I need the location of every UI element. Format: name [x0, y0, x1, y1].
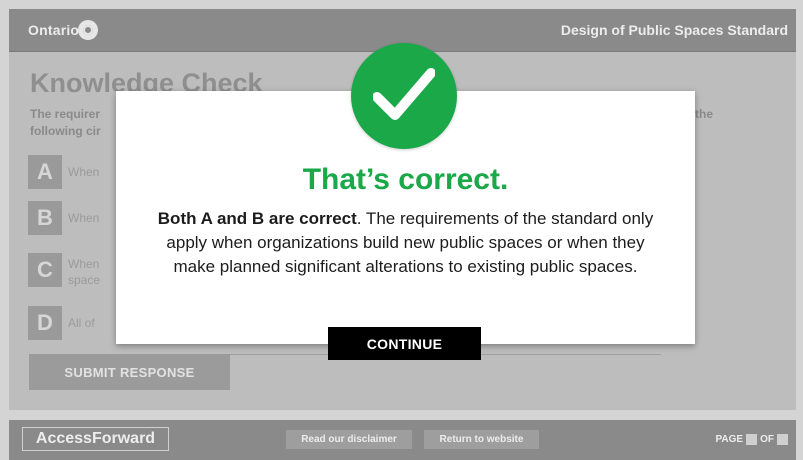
course-title: Design of Public Spaces Standard: [560, 22, 788, 38]
checkmark-icon: [351, 43, 457, 149]
option-text: All of: [68, 316, 95, 330]
option-text-line-1: When: [68, 257, 100, 271]
submit-response-button[interactable]: SUBMIT RESPONSE: [29, 354, 230, 390]
option-text: When: [68, 165, 100, 179]
feedback-explanation-bold: Both A and B are correct: [157, 209, 357, 228]
option-letter: B: [28, 201, 62, 235]
option-letter: C: [28, 253, 62, 287]
option-text: When space: [68, 256, 100, 288]
current-page-box: [746, 434, 758, 445]
question-line-1: The requirer: [30, 107, 101, 121]
footer-bar: AccessForward Read our disclaimer Return…: [9, 420, 796, 460]
feedback-title: That’s correct.: [302, 163, 509, 196]
return-to-website-link[interactable]: Return to website: [424, 430, 539, 449]
question-line-2: following cir: [30, 124, 101, 138]
option-text: When: [68, 211, 100, 225]
accessforward-logo: AccessForward: [22, 427, 169, 451]
continue-button[interactable]: CONTINUE: [328, 327, 481, 360]
page-indicator: PAGE OF: [715, 434, 788, 445]
question-line-1-end: the: [695, 107, 713, 121]
feedback-explanation: Both A and B are correct. The requiremen…: [146, 207, 665, 279]
disclaimer-link[interactable]: Read our disclaimer: [286, 430, 412, 449]
ontario-brand: Ontario: [28, 22, 80, 38]
page-label: PAGE: [715, 434, 744, 445]
total-pages-box: [777, 434, 788, 445]
option-letter: D: [28, 306, 62, 340]
of-label: OF: [760, 434, 774, 445]
trillium-logo-icon: [78, 20, 98, 40]
option-text-line-2: space: [68, 273, 101, 287]
option-letter: A: [28, 155, 62, 189]
